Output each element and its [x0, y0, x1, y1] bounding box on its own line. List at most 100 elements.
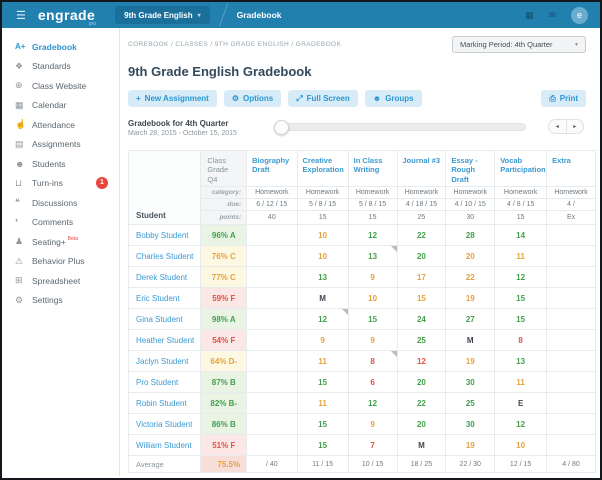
score-cell[interactable]: 20 [396, 371, 447, 393]
score-cell[interactable]: 25 [396, 329, 447, 351]
score-cell[interactable]: 11 [296, 350, 349, 372]
assignment-header-link[interactable]: In Class Writing [347, 150, 398, 187]
score-cell[interactable]: 30 [445, 413, 496, 435]
score-cell[interactable]: 28 [445, 224, 496, 246]
score-cell[interactable] [546, 350, 596, 372]
assignment-header-link[interactable]: Creative Exploration [296, 150, 349, 187]
score-cell[interactable]: 27 [445, 308, 496, 330]
sidebar-item-class-website[interactable]: ⊕ Class Website [2, 76, 119, 96]
prev-columns-button[interactable]: ◂ [549, 120, 567, 133]
score-cell[interactable]: 15 [396, 287, 447, 309]
score-cell[interactable]: 14 [494, 224, 548, 246]
score-cell[interactable] [546, 329, 596, 351]
score-cell[interactable] [246, 350, 298, 372]
print-button[interactable]: ⎙ Print [541, 90, 586, 107]
score-cell[interactable]: 20 [445, 245, 496, 267]
marking-period-select[interactable]: Marking Period: 4th Quarter ▾ [452, 36, 586, 53]
student-name-link[interactable]: Derek Student [128, 266, 202, 288]
score-cell[interactable]: 30 [445, 371, 496, 393]
score-cell[interactable] [246, 266, 298, 288]
sidebar-item-standards[interactable]: ❖ Standards [2, 57, 119, 77]
score-cell[interactable]: 20 [396, 245, 447, 267]
assignment-header-link[interactable]: Essay - Rough Draft [445, 150, 496, 187]
score-cell[interactable]: 22 [396, 392, 447, 414]
next-columns-button[interactable]: ▸ [567, 120, 584, 133]
score-cell[interactable]: 8 [494, 329, 548, 351]
score-cell[interactable] [246, 434, 298, 456]
score-cell[interactable]: 10 [494, 434, 548, 456]
assignment-header-link[interactable]: Biography Draft [246, 150, 298, 187]
score-cell[interactable]: 13 [347, 245, 398, 267]
student-name-link[interactable]: Charles Student [128, 245, 202, 267]
assignment-header-link[interactable]: Vocab Participation [494, 150, 548, 187]
score-cell[interactable] [546, 308, 596, 330]
student-name-link[interactable]: Victoria Student [128, 413, 202, 435]
score-cell[interactable]: 11 [494, 371, 548, 393]
score-cell[interactable]: 11 [296, 392, 349, 414]
score-cell[interactable]: 12 [494, 413, 548, 435]
topbar-gradebook-tab[interactable]: Gradebook [237, 10, 282, 20]
top-horizontal-scrollbar[interactable] [274, 120, 526, 135]
sidebar-item-spreadsheet[interactable]: ⊞ Spreadsheet [2, 271, 119, 291]
assignment-header-link[interactable]: Journal #3 [396, 150, 447, 187]
sidebar-item-behavior-plus[interactable]: ⚠ Behavior Plus [2, 252, 119, 272]
student-name-link[interactable]: Heather Student [128, 329, 202, 351]
student-name-link[interactable]: Eric Student [128, 287, 202, 309]
score-cell[interactable]: 13 [494, 350, 548, 372]
class-selector-dropdown[interactable]: 9th Grade English ▾ [115, 6, 210, 24]
score-cell[interactable]: 15 [296, 413, 349, 435]
sidebar-item-assignments[interactable]: ▤ Assignments [2, 135, 119, 155]
score-cell[interactable] [546, 224, 596, 246]
groups-button[interactable]: ☻ Groups [364, 90, 422, 107]
student-name-link[interactable]: Robin Student [128, 392, 202, 414]
sidebar-item-calendar[interactable]: ▦ Calendar [2, 96, 119, 116]
score-cell[interactable]: 6 [347, 371, 398, 393]
score-cell[interactable]: M [445, 329, 496, 351]
score-cell[interactable] [246, 245, 298, 267]
score-cell[interactable]: 24 [396, 308, 447, 330]
score-cell[interactable]: 12 [494, 266, 548, 288]
score-cell[interactable]: 9 [347, 266, 398, 288]
assignment-header-link[interactable]: Extra [546, 150, 596, 187]
score-cell[interactable] [546, 245, 596, 267]
score-cell[interactable]: 17 [396, 266, 447, 288]
score-cell[interactable]: 12 [396, 350, 447, 372]
sidebar-item-students[interactable]: ☻ Students [2, 154, 119, 174]
student-name-link[interactable]: William Student [128, 434, 202, 456]
full-screen-button[interactable]: ⤢ Full Screen [288, 90, 358, 107]
user-avatar[interactable]: e [571, 6, 588, 24]
score-cell[interactable] [246, 224, 298, 246]
score-cell[interactable]: 19 [445, 287, 496, 309]
score-cell[interactable]: 20 [396, 413, 447, 435]
score-cell[interactable]: M [396, 434, 447, 456]
sidebar-item-settings[interactable]: ⚙ Settings [2, 291, 119, 311]
student-name-link[interactable]: Gina Student [128, 308, 202, 330]
score-cell[interactable] [546, 371, 596, 393]
hamburger-menu-icon[interactable]: ☰ [16, 9, 26, 22]
score-cell[interactable]: E [494, 392, 548, 414]
engrade-logo[interactable]: engrade pro [38, 7, 96, 27]
score-cell[interactable] [546, 434, 596, 456]
new-assignment-button[interactable]: + New Assignment [128, 90, 217, 107]
student-name-link[interactable]: Bobby Student [128, 224, 202, 246]
sidebar-item-discussions[interactable]: ❝ Discussions [2, 193, 119, 213]
score-cell[interactable]: M [296, 287, 349, 309]
score-cell[interactable]: 9 [347, 413, 398, 435]
score-cell[interactable]: 15 [494, 308, 548, 330]
score-cell[interactable]: 19 [445, 350, 496, 372]
score-cell[interactable]: 15 [296, 434, 349, 456]
apps-grid-icon[interactable]: ▦ [525, 10, 534, 21]
score-cell[interactable]: 9 [296, 329, 349, 351]
score-cell[interactable]: 10 [296, 245, 349, 267]
sidebar-item-comments[interactable]: ❛ Comments [2, 213, 119, 233]
sidebar-item-attendance[interactable]: ☝ Attendance [2, 115, 119, 135]
score-cell[interactable] [546, 413, 596, 435]
score-cell[interactable] [246, 413, 298, 435]
score-cell[interactable]: 12 [347, 392, 398, 414]
score-cell[interactable] [246, 287, 298, 309]
score-cell[interactable]: 15 [296, 371, 349, 393]
score-cell[interactable]: 13 [296, 266, 349, 288]
score-cell[interactable]: 22 [445, 266, 496, 288]
student-name-link[interactable]: Jaclyn Student [128, 350, 202, 372]
score-cell[interactable]: 10 [296, 224, 349, 246]
